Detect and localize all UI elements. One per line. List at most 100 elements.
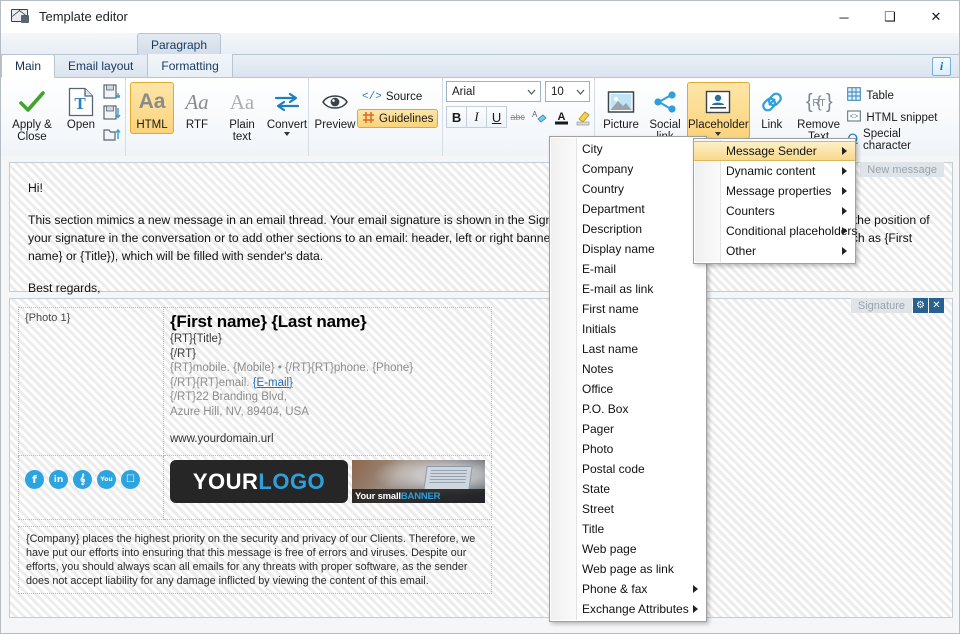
svg-text:<>: <>	[850, 114, 858, 122]
twitter-icon[interactable]: 𝄞	[73, 470, 92, 489]
closing-paragraph: Best regards,	[28, 281, 101, 295]
youtube-icon[interactable]: You	[97, 470, 116, 489]
menu-item-label: Dynamic content	[726, 164, 816, 178]
menu-item-web-page-as-link[interactable]: Web page as link	[550, 559, 706, 579]
menu-item-message-sender[interactable]: Message Sender	[694, 141, 855, 161]
info-button[interactable]: i	[932, 57, 951, 76]
open-template-button[interactable]: T Open	[59, 82, 103, 134]
menu-item-title[interactable]: Title	[550, 519, 706, 539]
link-button[interactable]: Link	[750, 82, 794, 134]
menu-item-web-page[interactable]: Web page	[550, 539, 706, 559]
font-family-select[interactable]: Arial	[446, 81, 541, 102]
menu-item-email-as-link[interactable]: E-mail as link	[550, 279, 706, 299]
aa-plain-icon: Aa	[229, 90, 255, 114]
insert-special-character-button[interactable]: Ω Special character	[843, 128, 951, 152]
menu-item-other[interactable]: Other	[694, 241, 855, 261]
contact-cell[interactable]: {First name} {Last name} {RT}{Title} {/R…	[163, 307, 492, 456]
underline-button[interactable]: U	[486, 106, 508, 128]
menu-item-street[interactable]: Street	[550, 499, 706, 519]
menu-item-last-name[interactable]: Last name	[550, 339, 706, 359]
strikethrough-button[interactable]: abc	[506, 106, 529, 128]
save-as-template-icon[interactable]	[103, 84, 121, 103]
company-logo[interactable]: YOUR LOGO	[170, 460, 348, 503]
convert-button[interactable]: Convert	[265, 82, 309, 139]
guidelines-toggle-button[interactable]: Guidelines	[357, 109, 439, 128]
signature-email-link[interactable]: {E-mail}	[253, 377, 293, 389]
menu-item-first-name[interactable]: First name	[550, 299, 706, 319]
font-color-button[interactable]: A	[550, 106, 573, 128]
chevron-right-icon	[842, 167, 847, 175]
new-message-section-tab[interactable]: New message	[860, 162, 944, 177]
message-sender-submenu[interactable]: City Company Country Department Descript…	[549, 136, 707, 622]
menu-item-photo[interactable]: Photo	[550, 439, 706, 459]
photo-cell[interactable]: {Photo 1}	[18, 307, 164, 456]
menu-item-label: Notes	[582, 362, 614, 376]
signature-body[interactable]: {Photo 1} {First name} {Last name} {RT}{…	[10, 307, 952, 594]
format-rtf-button[interactable]: Aa RTF	[175, 82, 219, 134]
format-html-button[interactable]: Aa HTML	[130, 82, 174, 134]
signature-website[interactable]: www.yourdomain.url	[170, 433, 485, 445]
logo-banner-cell[interactable]: YOUR LOGO Your small BANNER	[163, 455, 492, 520]
close-icon[interactable]: ✕	[929, 298, 944, 313]
menu-item-initials[interactable]: Initials	[550, 319, 706, 339]
menu-item-phone-and-fax[interactable]: Phone & fax	[550, 579, 706, 599]
insert-html-snippet-button[interactable]: <> HTML snippet	[843, 107, 951, 128]
menu-item-city[interactable]: City	[550, 139, 706, 159]
menu-item-postal-code[interactable]: Postal code	[550, 459, 706, 479]
menu-item-dynamic-content[interactable]: Dynamic content	[694, 161, 855, 181]
signature-section[interactable]: Signature ⚙ ✕ {Photo 1} {First name} {La…	[9, 298, 953, 618]
clear-formatting-button[interactable]: A	[528, 106, 551, 128]
facebook-icon[interactable]: f	[25, 470, 44, 489]
instagram-icon[interactable]: ☐	[121, 470, 140, 489]
gear-icon[interactable]: ⚙	[913, 298, 928, 313]
bold-button[interactable]: B	[446, 106, 468, 128]
menu-item-po-box[interactable]: P.O. Box	[550, 399, 706, 419]
highlight-color-button[interactable]	[572, 106, 595, 128]
menu-item-label: Department	[582, 202, 645, 216]
signature-main-row: {Photo 1} {First name} {Last name} {RT}{…	[18, 307, 492, 456]
signature-disclaimer[interactable]: {Company} places the highest priority on…	[18, 526, 492, 594]
insert-table-button[interactable]: Table	[843, 85, 951, 106]
menu-item-counters[interactable]: Counters	[694, 201, 855, 221]
menu-item-display-name[interactable]: Display name	[550, 239, 706, 259]
menu-item-country[interactable]: Country	[550, 179, 706, 199]
italic-button[interactable]: I	[466, 106, 488, 128]
close-button[interactable]: ✕	[913, 1, 959, 33]
menu-item-notes[interactable]: Notes	[550, 359, 706, 379]
menu-item-pager[interactable]: Pager	[550, 419, 706, 439]
banner-part-2: BANNER	[400, 490, 441, 502]
menu-item-office[interactable]: Office	[550, 379, 706, 399]
window-title: Template editor	[39, 9, 128, 24]
menu-item-company[interactable]: Company	[550, 159, 706, 179]
preview-button[interactable]: Preview	[313, 82, 357, 134]
minimize-button[interactable]: ─	[821, 1, 867, 33]
save-icon[interactable]	[103, 105, 121, 124]
menu-item-state[interactable]: State	[550, 479, 706, 499]
tab-formatting[interactable]: Formatting	[147, 54, 233, 77]
linkedin-icon[interactable]: in	[49, 470, 68, 489]
menu-item-conditional-placeholders[interactable]: Conditional placeholders	[694, 221, 857, 241]
menu-item-label: Web page	[582, 542, 637, 556]
maximize-button[interactable]: ❑	[867, 1, 913, 33]
table-icon	[847, 87, 862, 104]
tab-email-layout[interactable]: Email layout	[55, 54, 147, 77]
placeholder-button[interactable]: Placeholder	[687, 82, 750, 139]
placeholder-category-menu[interactable]: Message Sender Dynamic content Message p…	[693, 138, 857, 264]
social-icons-cell[interactable]: f in 𝄞 You ☐	[18, 455, 164, 520]
picture-button[interactable]: Picture	[599, 82, 643, 134]
format-rtf-label: RTF	[185, 119, 209, 131]
font-size-select[interactable]: 10	[545, 81, 590, 102]
menu-item-message-properties[interactable]: Message properties	[694, 181, 855, 201]
menu-item-exchange-attributes[interactable]: Exchange Attributes	[550, 599, 706, 619]
import-icon[interactable]	[103, 126, 121, 145]
tab-main[interactable]: Main	[1, 54, 56, 78]
format-plain-text-button[interactable]: Aa Plain text	[220, 82, 264, 146]
apply-and-close-button[interactable]: Apply & Close	[5, 82, 59, 146]
menu-item-department[interactable]: Department	[550, 199, 706, 219]
source-toggle-button[interactable]: </> Source	[357, 87, 438, 106]
contextual-tab-paragraph[interactable]: Paragraph	[137, 33, 221, 55]
small-banner[interactable]: Your small BANNER	[352, 460, 485, 503]
menu-item-description[interactable]: Description	[550, 219, 706, 239]
signature-section-tab[interactable]: Signature	[850, 298, 912, 313]
menu-item-email[interactable]: E-mail	[550, 259, 706, 279]
